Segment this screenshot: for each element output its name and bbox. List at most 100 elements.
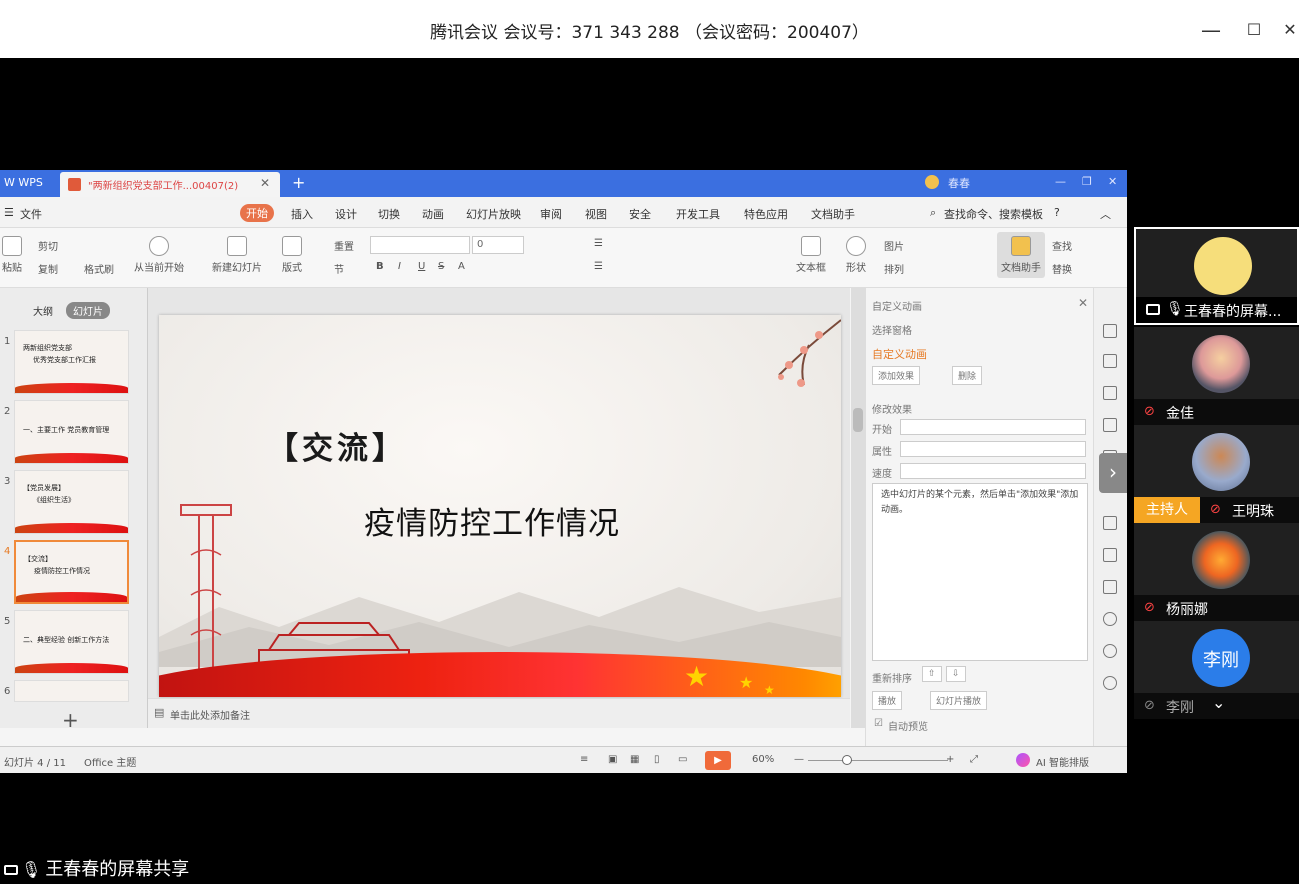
search-icon[interactable]: ⌕ — [930, 206, 936, 220]
document-tab[interactable]: "两新组织党支部工作...00407(2) ✕ — [60, 172, 280, 197]
current-slide[interactable]: ★ ★ ★ 【交流】 疫情防控工作情况 — [159, 315, 841, 697]
underline-icon[interactable]: U — [418, 261, 425, 272]
menu-security[interactable]: 安全 — [629, 206, 651, 222]
sorter-view-icon[interactable]: ▦ — [630, 754, 639, 765]
participant-tile[interactable]: 主持人 ⊘ 王明珠 — [1134, 425, 1299, 523]
slide-thumbnail[interactable]: 【党员发展】 《组织生活》 — [14, 470, 129, 534]
slide-thumbnail[interactable]: 一、主要工作 党员教育管理 — [14, 400, 129, 464]
bullet-list-icon[interactable]: ☰ — [594, 238, 603, 249]
layout-button[interactable]: 版式 — [282, 236, 302, 274]
share-tool-icon[interactable] — [1103, 516, 1117, 530]
replace-button[interactable]: 替换 — [1052, 261, 1072, 276]
menu-devtools[interactable]: 开发工具 — [676, 206, 720, 222]
text-box-button[interactable]: 文本框 — [796, 236, 826, 274]
section-button[interactable]: 节 — [334, 261, 344, 276]
menu-design[interactable]: 设计 — [335, 206, 357, 222]
panel-close-icon[interactable]: ✕ — [1078, 296, 1088, 310]
menu-doc-helper[interactable]: 文档助手 — [811, 206, 855, 222]
menu-review[interactable]: 审阅 — [540, 206, 562, 222]
speed-select[interactable] — [900, 463, 1086, 479]
help-tool-icon[interactable] — [1103, 676, 1117, 690]
scrollbar-thumb[interactable] — [853, 408, 863, 432]
copy-button[interactable]: 复制 — [38, 261, 58, 276]
menu-file[interactable]: 文件 — [20, 206, 42, 222]
find-button[interactable]: 查找 — [1052, 238, 1072, 253]
audio-tool-icon[interactable] — [1103, 580, 1117, 594]
shape-button[interactable]: 形状 — [846, 236, 866, 274]
bold-icon[interactable]: B — [376, 261, 384, 272]
tab-close-icon[interactable]: ✕ — [260, 176, 270, 190]
chevron-right-icon[interactable]: › — [1099, 453, 1127, 493]
delete-effect-button[interactable]: 删除 — [952, 366, 983, 385]
new-slide-button[interactable]: 新建幻灯片 — [212, 236, 262, 274]
align-left-icon[interactable]: ☰ — [594, 261, 603, 272]
animation-tool-icon[interactable] — [1103, 324, 1117, 338]
history-tool-icon[interactable] — [1103, 644, 1117, 658]
notes-toggle-icon[interactable]: ≡ — [580, 754, 588, 765]
reset-button[interactable]: 重置 — [334, 238, 354, 253]
select-pane-link[interactable]: 选择窗格 — [872, 322, 912, 337]
presenter-view-icon[interactable]: ▭ — [678, 754, 687, 765]
play-slideshow-button[interactable]: ▶ — [705, 751, 731, 770]
slide-title[interactable]: 疫情防控工作情况 — [364, 498, 620, 543]
close-button[interactable]: ✕ — [1276, 16, 1299, 44]
hamburger-icon[interactable]: ☰ — [4, 206, 14, 219]
doc-helper-button[interactable]: 文档助手 — [997, 232, 1045, 278]
slide-heading[interactable]: 【交流】 — [267, 423, 407, 468]
zoom-in-icon[interactable]: + — [946, 754, 954, 765]
slideshow-button[interactable]: 幻灯片播放 — [930, 691, 988, 710]
menu-insert[interactable]: 插入 — [291, 206, 313, 222]
font-name-select[interactable] — [370, 236, 470, 254]
minimize-button[interactable]: — — [1197, 16, 1225, 44]
zoom-out-icon[interactable]: — — [794, 754, 804, 765]
reading-view-icon[interactable]: ▯ — [654, 754, 660, 765]
animation-list[interactable]: 选中幻灯片的某个元素，然后单击"添加效果"添加动画。 — [872, 483, 1088, 661]
slide-thumbnail[interactable]: 二、典型经验 创新工作方法 — [14, 610, 129, 674]
minimize-icon[interactable]: — — [1055, 175, 1066, 188]
help-icon[interactable]: ? — [1054, 206, 1060, 219]
fit-window-icon[interactable]: ⤢ — [970, 754, 978, 765]
picture-button[interactable]: 图片 — [884, 238, 904, 253]
slide-thumbnail[interactable] — [14, 680, 129, 702]
chevron-down-icon[interactable]: ⌄ — [1212, 693, 1225, 712]
maximize-icon[interactable]: ❐ — [1082, 175, 1092, 188]
slide-thumbnail-selected[interactable]: 【交流】 疫情防控工作情况 — [14, 540, 129, 604]
participant-tile[interactable]: 王春春的屏幕... 🎙 — [1134, 227, 1299, 325]
menu-slideshow[interactable]: 幻灯片放映 — [466, 206, 521, 222]
font-size-select[interactable]: 0 — [472, 236, 524, 254]
wps-logo[interactable]: W WPS — [4, 176, 43, 189]
italic-icon[interactable]: I — [398, 261, 401, 272]
slide-scrollbar[interactable] — [851, 288, 865, 728]
new-tab-button[interactable]: + — [292, 173, 305, 192]
image-tool-icon[interactable] — [1103, 548, 1117, 562]
cut-button[interactable]: 剪切 — [38, 238, 58, 253]
paste-button[interactable]: 粘贴 — [2, 236, 22, 274]
zoom-slider[interactable] — [808, 760, 948, 761]
normal-view-icon[interactable]: ▣ — [608, 754, 617, 765]
participant-tile[interactable]: ⊘ 杨丽娜 — [1134, 523, 1299, 621]
ai-layout-button[interactable]: AI 智能排版 — [1036, 754, 1089, 769]
user-avatar[interactable] — [925, 175, 939, 189]
collapse-ribbon-icon[interactable]: ︿ — [1100, 206, 1111, 222]
notes-bar[interactable]: ▤ 单击此处添加备注 — [148, 698, 850, 728]
menu-animation[interactable]: 动画 — [422, 206, 444, 222]
add-slide-button[interactable]: + — [62, 708, 79, 732]
from-current-button[interactable]: 从当前开始 — [134, 236, 184, 274]
tab-slides[interactable]: 幻灯片 — [66, 302, 110, 319]
menu-view[interactable]: 视图 — [585, 206, 607, 222]
menu-home[interactable]: 开始 — [240, 204, 274, 222]
add-effect-button[interactable]: 添加效果 — [872, 366, 921, 385]
tab-outline[interactable]: 大纲 — [26, 302, 60, 319]
start-select[interactable] — [900, 419, 1086, 435]
zoom-slider-thumb[interactable] — [842, 755, 852, 765]
menu-features[interactable]: 特色应用 — [744, 206, 788, 222]
format-painter-button[interactable]: 格式刷 — [84, 261, 114, 276]
strikethrough-icon[interactable]: S — [438, 261, 444, 272]
command-search[interactable]: 查找命令、搜索模板 — [944, 206, 1043, 222]
menu-transition[interactable]: 切换 — [378, 206, 400, 222]
close-icon[interactable]: ✕ — [1108, 175, 1117, 188]
move-up-icon[interactable]: ⇧ — [922, 666, 942, 682]
autopreview-checkbox[interactable]: ☑ — [874, 718, 883, 729]
participant-tile[interactable]: ⊘ 金佳 — [1134, 327, 1299, 425]
clipboard-tool-icon[interactable] — [1103, 418, 1117, 432]
